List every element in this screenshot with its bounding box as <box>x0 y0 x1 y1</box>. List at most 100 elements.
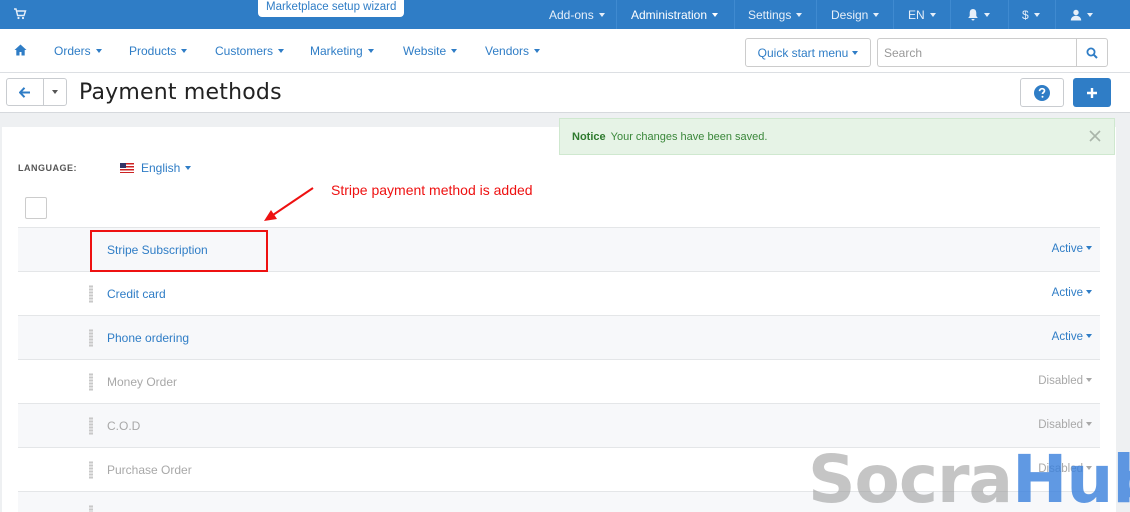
drag-handle-icon[interactable] <box>89 461 93 479</box>
quick-start-menu-button[interactable]: Quick start menu <box>745 38 871 67</box>
title-bar: Payment methods <box>0 73 1130 113</box>
highlight-box <box>90 230 268 272</box>
drag-handle-icon[interactable] <box>89 373 93 391</box>
chevron-down-icon <box>278 49 285 53</box>
arrow-left-icon <box>19 86 30 98</box>
chevron-down-icon <box>873 12 880 17</box>
nav-orders[interactable]: Orders <box>54 29 102 73</box>
menu-administration[interactable]: Administration <box>631 0 719 29</box>
list-item: Credit card Active <box>18 271 1100 315</box>
divider <box>893 0 894 29</box>
chevron-down-icon <box>1033 12 1040 17</box>
notice-message: Your changes have been saved. <box>610 130 768 143</box>
language-value: English <box>141 161 181 175</box>
search-input[interactable] <box>877 38 1076 67</box>
marketplace-setup-wizard-button[interactable]: Marketplace setup wizard <box>258 0 405 17</box>
nav-vendors[interactable]: Vendors <box>485 29 541 73</box>
nav-vendors-label: Vendors <box>485 44 530 58</box>
annotation-text: Stripe payment method is added <box>331 182 533 198</box>
quick-start-menu-label: Quick start menu <box>757 45 849 60</box>
divider <box>1008 0 1009 29</box>
status-dropdown[interactable]: Active <box>1052 287 1092 299</box>
home-icon[interactable] <box>14 44 27 56</box>
drag-handle-icon[interactable] <box>89 285 93 303</box>
menu-design[interactable]: Design <box>831 0 880 29</box>
chevron-down-icon <box>95 49 102 53</box>
status-label: Disabled <box>1038 419 1083 431</box>
chevron-down-icon <box>1086 422 1092 426</box>
menu-currency[interactable]: $ <box>1022 0 1040 29</box>
menu-language[interactable]: EN <box>908 0 936 29</box>
chevron-down-icon <box>984 12 990 17</box>
search-icon <box>1086 47 1098 59</box>
back-button[interactable] <box>7 79 44 105</box>
question-circle-icon <box>1034 84 1050 101</box>
chevron-down-icon <box>367 49 374 53</box>
menu-currency-label: $ <box>1022 7 1029 22</box>
nav-website-label: Website <box>403 44 447 58</box>
nav-products-label: Products <box>129 44 177 58</box>
status-dropdown[interactable]: Disabled <box>1038 419 1092 431</box>
status-dropdown[interactable]: Active <box>1052 243 1092 255</box>
plus-icon <box>1087 87 1097 98</box>
back-history-dropdown[interactable] <box>44 79 66 105</box>
divider <box>816 0 817 29</box>
nav-products[interactable]: Products <box>129 29 188 73</box>
watermark-part2: Hub <box>1012 441 1130 512</box>
us-flag-icon <box>120 163 134 173</box>
cart-icon[interactable] <box>13 7 27 21</box>
top-bar: Marketplace setup wizard Add-ons Adminis… <box>0 0 1130 29</box>
chevron-down-icon <box>1086 246 1092 250</box>
help-button[interactable] <box>1020 78 1064 107</box>
chevron-down-icon <box>534 49 541 53</box>
chevron-down-icon <box>1087 12 1093 17</box>
chevron-down-icon <box>929 12 936 17</box>
add-payment-method-button[interactable] <box>1073 78 1111 107</box>
status-label: Active <box>1051 287 1083 299</box>
back-button-group <box>6 78 67 106</box>
menu-add-ons[interactable]: Add-ons <box>549 0 605 29</box>
menu-administration-label: Administration <box>631 7 708 22</box>
close-icon[interactable] <box>1088 129 1102 143</box>
bell-icon <box>968 9 978 21</box>
nav-website[interactable]: Website <box>403 29 458 73</box>
search-button[interactable] <box>1076 38 1108 67</box>
nav-marketing-label: Marketing <box>310 44 363 58</box>
payment-method-name[interactable]: Money Order <box>107 375 177 389</box>
chevron-down-icon <box>852 50 859 55</box>
menu-notifications[interactable] <box>967 0 990 29</box>
divider <box>616 0 617 29</box>
drag-handle-icon[interactable] <box>89 505 93 512</box>
nav-orders-label: Orders <box>54 44 91 58</box>
chevron-down-icon <box>1086 378 1092 382</box>
status-label: Disabled <box>1038 375 1083 387</box>
user-icon <box>1070 9 1082 20</box>
status-label: Active <box>1051 331 1083 343</box>
menu-design-label: Design <box>831 7 869 22</box>
payment-method-name[interactable]: Purchase Order <box>107 463 192 477</box>
payment-method-name[interactable]: C.O.D <box>107 419 140 433</box>
language-label: LANGUAGE: <box>18 163 77 173</box>
menu-language-label: EN <box>908 7 925 22</box>
chevron-down-icon <box>712 12 719 17</box>
status-label: Active <box>1051 243 1083 255</box>
nav-customers-label: Customers <box>215 44 274 58</box>
annotation-arrow-icon <box>264 187 314 221</box>
nav-marketing[interactable]: Marketing <box>310 29 374 73</box>
drag-handle-icon[interactable] <box>89 417 93 435</box>
payment-method-name[interactable]: Phone ordering <box>107 331 189 345</box>
menu-settings[interactable]: Settings <box>748 0 803 29</box>
chevron-down-icon <box>185 166 192 170</box>
payment-method-name[interactable]: Credit card <box>107 287 166 301</box>
menu-user[interactable] <box>1070 0 1093 29</box>
select-all-checkbox[interactable] <box>25 197 47 219</box>
chevron-down-icon <box>1086 290 1092 294</box>
notice-banner: Notice Your changes have been saved. <box>559 118 1115 155</box>
list-item: Phone ordering Active <box>18 315 1100 359</box>
status-dropdown[interactable]: Active <box>1052 331 1092 343</box>
nav-customers[interactable]: Customers <box>215 29 285 73</box>
status-dropdown[interactable]: Disabled <box>1038 375 1092 387</box>
divider <box>734 0 735 29</box>
drag-handle-icon[interactable] <box>89 329 93 347</box>
language-selector[interactable]: English <box>120 161 192 175</box>
